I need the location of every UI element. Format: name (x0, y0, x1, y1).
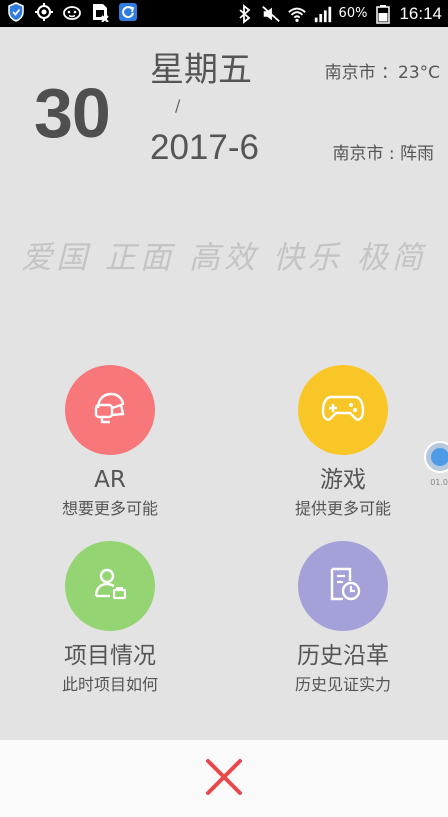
menu-item-project-status[interactable]: 项目情况 此时项目如何 (20, 541, 200, 696)
face-icon (62, 2, 82, 22)
menu-title-history: 历史沿革 (297, 643, 389, 669)
year-month-label: 2017-6 (150, 128, 259, 167)
slogan-text: 爱国 正面 高效 快乐 极简 (21, 240, 427, 276)
wifi-icon (287, 4, 307, 24)
menu-subtitle-ar: 想要更多可能 (61, 499, 158, 518)
battery-percentage: 60% (338, 6, 368, 21)
menu-subtitle-project-status: 此时项目如何 (61, 675, 158, 694)
close-button[interactable] (199, 754, 249, 804)
location-icon (34, 2, 54, 22)
menu-item-history[interactable]: 历史沿革 历史见证实力 (253, 541, 433, 696)
date-day: 30 (34, 74, 111, 152)
menu-title-games: 游戏 (320, 467, 366, 493)
ar-circle[interactable] (65, 365, 155, 455)
close-icon (204, 757, 244, 801)
sim-icon (90, 2, 110, 22)
history-document-icon (323, 564, 363, 608)
menu-subtitle-history: 历史见证实力 (294, 675, 391, 694)
shield-icon (6, 2, 26, 22)
menu-item-games[interactable]: 游戏 提供更多可能 (253, 365, 433, 520)
status-bar-right: 60% 16:14 (235, 0, 442, 27)
status-bar: 60% 16:14 (0, 0, 448, 27)
mute-icon (261, 4, 281, 24)
gamepad-icon (321, 391, 365, 429)
project-circle[interactable] (65, 541, 155, 631)
clock-time: 16:14 (399, 3, 442, 23)
battery-icon (373, 4, 393, 24)
menu-subtitle-games: 提供更多可能 (294, 499, 391, 518)
status-bar-left-icons (6, 2, 138, 22)
date-separator: / (175, 96, 181, 115)
menu-item-ar[interactable]: AR 想要更多可能 (20, 365, 200, 520)
signal-icon (313, 4, 333, 24)
weather-temperature: 南京市 ：23°C (324, 63, 440, 83)
refresh-icon (118, 2, 138, 22)
menu-title-ar: AR (94, 467, 126, 493)
menu-title-project-status: 项目情况 (64, 643, 156, 669)
user-card-icon (90, 564, 130, 608)
bluetooth-icon (235, 3, 255, 24)
floating-assistant-label: 01.0 (430, 478, 448, 487)
weekday-label: 星期五 (150, 50, 252, 90)
bottom-bar (0, 740, 448, 817)
games-circle[interactable] (298, 365, 388, 455)
weather-condition: 南京市 : 阵雨 (332, 144, 434, 164)
history-circle[interactable] (298, 541, 388, 631)
ar-headset-icon (90, 388, 130, 432)
floating-assistant-bubble[interactable] (424, 441, 448, 473)
